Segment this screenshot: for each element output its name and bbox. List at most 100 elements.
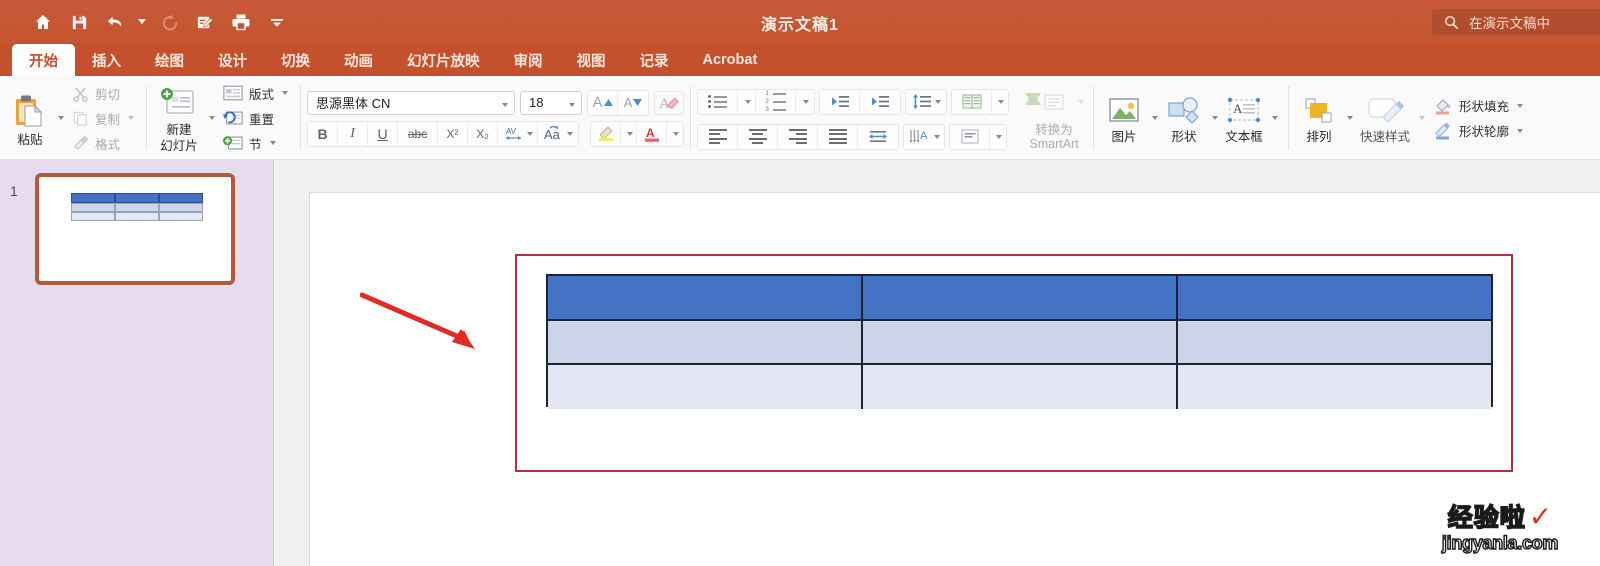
slide-thumbnail-1[interactable] (35, 173, 235, 285)
tab-animations[interactable]: 动画 (327, 44, 390, 76)
line-spacing-button[interactable] (906, 89, 947, 114)
textbox-button[interactable]: A 文本框 (1221, 92, 1267, 144)
picture-icon (1109, 98, 1139, 122)
tab-record[interactable]: 记录 (623, 44, 686, 76)
textbox-dropdown-icon[interactable] (1267, 106, 1281, 130)
tab-home[interactable]: 开始 (12, 44, 75, 76)
save-icon[interactable] (62, 7, 96, 37)
undo-dropdown-icon[interactable] (134, 7, 150, 37)
arrange-button[interactable]: 排列 (1296, 92, 1342, 144)
justify-button[interactable] (818, 124, 859, 149)
bold-button[interactable]: B (308, 121, 339, 146)
smartart-dropdown-icon[interactable] (1073, 90, 1087, 114)
arrange-label: 排列 (1306, 130, 1332, 144)
clear-formatting-button[interactable]: A (654, 90, 685, 115)
tab-design[interactable]: 设计 (201, 44, 264, 76)
table-cell[interactable] (1178, 365, 1491, 409)
font-color-dropdown-icon[interactable] (667, 121, 684, 146)
distribute-button[interactable] (858, 124, 899, 149)
shape-fill-button[interactable]: 形状填充 (1428, 94, 1528, 117)
picture-dropdown-icon[interactable] (1147, 106, 1161, 130)
reset-button[interactable]: 重置 (218, 107, 293, 130)
align-right-button[interactable] (778, 124, 819, 149)
new-slide-button[interactable]: 新建 幻灯片 (154, 83, 204, 153)
line-spacing-group (905, 88, 948, 115)
edit-icon[interactable] (188, 7, 222, 37)
font-color-button[interactable]: A (637, 121, 668, 146)
table-cell[interactable] (548, 365, 863, 409)
columns-button[interactable] (952, 89, 993, 114)
table-cell[interactable] (863, 276, 1178, 319)
slide-table[interactable] (546, 274, 1493, 409)
convert-to-smartart-button[interactable] (1019, 86, 1069, 118)
table-cell[interactable] (1178, 321, 1491, 363)
table-cell[interactable] (548, 276, 863, 319)
highlight-dropdown-icon[interactable] (621, 121, 638, 146)
arrange-dropdown-icon[interactable] (1342, 106, 1356, 130)
align-left-button[interactable] (698, 124, 739, 149)
table-row[interactable] (548, 321, 1491, 365)
text-direction-button[interactable]: A (904, 124, 945, 149)
font-size-combo[interactable]: 18 (520, 90, 583, 115)
font-name-combo[interactable]: 思源黑体 CN (307, 90, 516, 115)
layout-button[interactable]: 版式 (218, 82, 293, 105)
subscript-button[interactable]: X₂ (468, 121, 499, 146)
shapes-dropdown-icon[interactable] (1207, 106, 1221, 130)
strikethrough-button[interactable]: abc (398, 121, 439, 146)
redo-icon[interactable] (152, 7, 186, 37)
vertical-align-button[interactable] (950, 124, 991, 149)
table-cell[interactable] (863, 365, 1178, 409)
print-icon[interactable] (224, 7, 258, 37)
bullets-button[interactable] (698, 89, 739, 114)
underline-button[interactable]: U (368, 121, 399, 146)
bullets-dropdown-icon[interactable] (738, 89, 757, 114)
font-name-caret-icon[interactable] (497, 94, 511, 112)
font-size-caret-icon[interactable] (564, 94, 578, 112)
table-row[interactable] (548, 365, 1491, 409)
table-row[interactable] (548, 276, 1491, 321)
tab-view[interactable]: 视图 (560, 44, 623, 76)
tab-review[interactable]: 审阅 (497, 44, 560, 76)
change-case-button[interactable]: Aa (538, 121, 579, 146)
italic-button[interactable]: I (338, 121, 369, 146)
section-button[interactable]: 节 (218, 132, 293, 155)
table-cell[interactable] (548, 321, 863, 363)
paste-button[interactable]: 粘贴 (7, 89, 53, 147)
tab-acrobat[interactable]: Acrobat (686, 44, 775, 76)
search-input[interactable]: 在演示文稿中 (1432, 9, 1600, 35)
tab-slideshow[interactable]: 幻灯片放映 (390, 44, 497, 76)
title-bar: 演示文稿1 在演示文稿中 (0, 0, 1600, 44)
copy-button[interactable]: 复制 (67, 107, 139, 130)
decrease-indent-button[interactable] (820, 89, 861, 114)
shapes-button[interactable]: 形状 (1161, 92, 1207, 144)
columns-dropdown-icon[interactable] (992, 89, 1009, 114)
cut-button[interactable]: 剪切 (67, 82, 139, 105)
undo-icon[interactable] (98, 7, 132, 37)
grow-font-button[interactable]: A (588, 90, 619, 115)
table-cell[interactable] (863, 321, 1178, 363)
table-cell[interactable] (1178, 276, 1491, 319)
numbering-dropdown-icon[interactable] (796, 89, 815, 114)
tab-transitions[interactable]: 切换 (264, 44, 327, 76)
tab-draw[interactable]: 绘图 (138, 44, 201, 76)
shrink-font-button[interactable]: A (618, 90, 649, 115)
new-slide-dropdown-icon[interactable] (204, 106, 218, 130)
slide-thumbnail-panel[interactable]: 1 (0, 160, 274, 566)
thumbnail-table-row (71, 212, 203, 221)
paste-dropdown-icon[interactable] (53, 106, 67, 130)
superscript-button[interactable]: X² (438, 121, 469, 146)
overflow-icon[interactable] (260, 7, 294, 37)
highlight-button[interactable] (591, 121, 622, 146)
character-spacing-button[interactable]: AV (498, 121, 539, 146)
home-icon[interactable] (26, 7, 60, 37)
vertical-align-dropdown-icon[interactable] (990, 124, 1007, 149)
tab-insert[interactable]: 插入 (75, 44, 138, 76)
align-center-button[interactable] (738, 124, 779, 149)
increase-indent-button[interactable] (860, 89, 901, 114)
shape-outline-button[interactable]: 形状轮廓 (1428, 119, 1528, 142)
quick-styles-button[interactable]: 快速样式 (1356, 92, 1414, 144)
picture-button[interactable]: 图片 (1101, 92, 1147, 144)
quick-styles-dropdown-icon[interactable] (1414, 106, 1428, 130)
numbering-button[interactable]: 1 2 3 (756, 89, 797, 114)
format-painter-button[interactable]: 格式 (67, 132, 139, 155)
